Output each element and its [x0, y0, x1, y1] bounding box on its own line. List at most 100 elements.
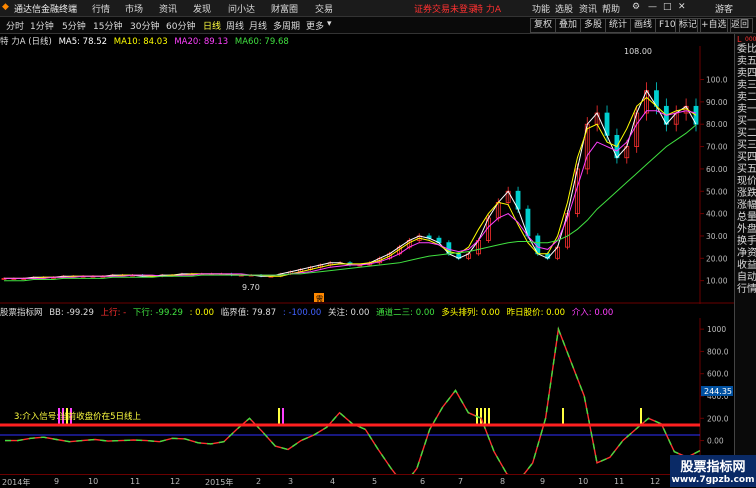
price-scale-label: 80.00 [706, 120, 728, 129]
guest-user[interactable]: 游客 [715, 2, 733, 15]
panel-item[interactable]: 卖四 [737, 68, 756, 80]
panel-item[interactable]: 买四 [737, 152, 756, 164]
x-tick: 11 [130, 477, 141, 486]
panel-item[interactable]: 外盘 [737, 224, 756, 236]
multi-stock-button[interactable]: 多股 [580, 18, 607, 33]
panel-item[interactable]: 卖五 [737, 56, 756, 68]
panel-item[interactable]: 买二 [737, 128, 756, 140]
maximize-icon[interactable]: □ [663, 2, 672, 12]
series-line-ma20 [4, 110, 697, 279]
menu-item-function[interactable]: 功能 [532, 2, 550, 15]
panel-item[interactable]: 换手 [737, 236, 756, 248]
x-tick: 4 [330, 477, 336, 486]
menu-item-trade[interactable]: 交易 [315, 2, 333, 15]
login-status[interactable]: 证券交易未登录 [414, 2, 477, 15]
settings-icon[interactable]: ⚙ [632, 2, 640, 12]
indicator-up-line [5, 326, 701, 474]
panel-item[interactable]: 买五 [737, 164, 756, 176]
period-toolbar: 分时 1分钟 5分钟 15分钟 30分钟 60分钟 日线 周线 月线 多周期 更… [0, 17, 756, 34]
panel-item[interactable]: 卖一 [737, 104, 756, 116]
period-5min[interactable]: 5分钟 [62, 19, 86, 32]
period-1min[interactable]: 1分钟 [30, 19, 54, 32]
period-weekly[interactable]: 周线 [226, 19, 244, 32]
menu-item-help[interactable]: 帮助 [602, 2, 620, 15]
stock-name: 特 力A [474, 5, 502, 15]
period-30min[interactable]: 30分钟 [130, 19, 159, 32]
x-axis: 2014年 9 10 11 12 2015年 2 3 4 5 6 7 8 9 1… [0, 474, 734, 488]
max-price-label: 108.00 [624, 47, 652, 56]
panel-item[interactable]: 行情 [737, 284, 756, 296]
watermark-url: www.7gpzb.com [671, 475, 755, 485]
panel-item[interactable]: 买一 [737, 116, 756, 128]
x-tick: 2 [256, 477, 262, 486]
x-tick: 12 [650, 477, 661, 486]
order-book-panel: L 000 委比 卖五 卖四 卖三 卖二 卖一 买一 买二 买三 买四 买五 现价 涨跌 涨幅 总量 外盘 换手… [734, 34, 756, 487]
back-button[interactable]: 返回 [727, 18, 754, 33]
menu-item-select[interactable]: 选股 [555, 2, 573, 15]
menu-item-info[interactable]: 资讯 [579, 2, 597, 15]
current-value-label: 244.35 [704, 387, 732, 396]
panel-item[interactable]: 涨跌 [737, 188, 756, 200]
price-scale-label: 70.00 [706, 143, 728, 152]
series-line-ma10 [4, 96, 697, 279]
period-60min[interactable]: 60分钟 [166, 19, 195, 32]
enter-value: 介入: 0.00 [571, 308, 614, 318]
price-scale-label: 60.00 [706, 165, 728, 174]
period-monthly[interactable]: 月线 [249, 19, 267, 32]
min-price-label: 9.70 [242, 283, 260, 292]
up-value: 上行: - [100, 308, 127, 318]
indicator-scale-label: 200.0 [707, 414, 729, 423]
menu-item-news[interactable]: 资讯 [159, 2, 177, 15]
x-tick: 6 [420, 477, 426, 486]
watermark-title: 股票指标网 [680, 460, 746, 475]
panel-item[interactable]: 买三 [737, 140, 756, 152]
indicator-scale-label: 1000 [707, 325, 726, 334]
panel-item[interactable]: 卖二 [737, 92, 756, 104]
price-chart[interactable]: 100.0 90.00 80.00 70.00 60.00 50.00 40.00 30.00… [0, 46, 734, 304]
channel-value: 通道二三: 0.00 [376, 308, 435, 318]
panel-item[interactable]: 收益 [737, 260, 756, 272]
close-icon[interactable]: ✕ [678, 2, 686, 12]
panel-item[interactable]: 自动 [737, 272, 756, 284]
period-timeshare[interactable]: 分时 [6, 19, 24, 32]
panel-item[interactable]: 涨幅 [737, 200, 756, 212]
add-watchlist-button[interactable]: +自选 [697, 18, 731, 33]
menu-item-market[interactable]: 市场 [125, 2, 143, 15]
site-watermark: 股票指标网 www.7gpzb.com [670, 455, 756, 487]
x-tick: 10 [88, 477, 99, 486]
period-daily[interactable]: 日线 [203, 19, 221, 32]
period-15min[interactable]: 15分钟 [93, 19, 122, 32]
x-tick: 3 [288, 477, 294, 486]
badge-label: 需 [316, 295, 323, 303]
overlay-button[interactable]: 叠加 [555, 18, 582, 33]
panel-item[interactable]: 卖三 [737, 80, 756, 92]
signal-bar [484, 408, 486, 424]
signal-bar [282, 408, 284, 424]
chevron-down-icon[interactable]: ▾ [327, 19, 332, 29]
restore-right-button[interactable]: 复权 [530, 18, 557, 33]
minimize-icon[interactable]: — [648, 2, 657, 12]
indicator-chart[interactable]: 1000800.0600.0400.0200.00.00-200.0 3:介入信… [0, 318, 734, 474]
signal-bar [480, 408, 482, 424]
indicator-info-line: 股票指标网 BB: -99.29 上行: - 下行: -99.29 : 0.00… [0, 306, 617, 318]
draw-line-button[interactable]: 画线 [630, 18, 657, 33]
panel-item[interactable]: 总量 [737, 212, 756, 224]
zero-value: : 0.00 [189, 308, 215, 318]
menu-item-wealth[interactable]: 财富圈 [271, 2, 298, 15]
signal-bar [278, 408, 280, 424]
price-scale-label: 20.00 [706, 254, 728, 263]
panel-item[interactable]: 净资 [737, 248, 756, 260]
prev-price-value: 昨日股价: 0.00 [506, 308, 566, 318]
period-more[interactable]: 更多 [306, 19, 324, 32]
panel-item[interactable]: 委比 [737, 44, 756, 56]
menu-item-quotes[interactable]: 行情 [92, 2, 110, 15]
price-scale-label: 30.00 [706, 232, 728, 241]
period-multi[interactable]: 多周期 [273, 19, 300, 32]
stats-button[interactable]: 统计 [605, 18, 632, 33]
indicator-scale-label: 600.0 [707, 370, 729, 379]
menu-item-discover[interactable]: 发现 [193, 2, 211, 15]
price-scale-label: 100.0 [706, 76, 728, 85]
signal-annotation: 3:介入信号:当前收盘价在5日线上 [14, 411, 142, 422]
panel-item[interactable]: 现价 [737, 176, 756, 188]
menu-item-ask[interactable]: 问小达 [228, 2, 255, 15]
